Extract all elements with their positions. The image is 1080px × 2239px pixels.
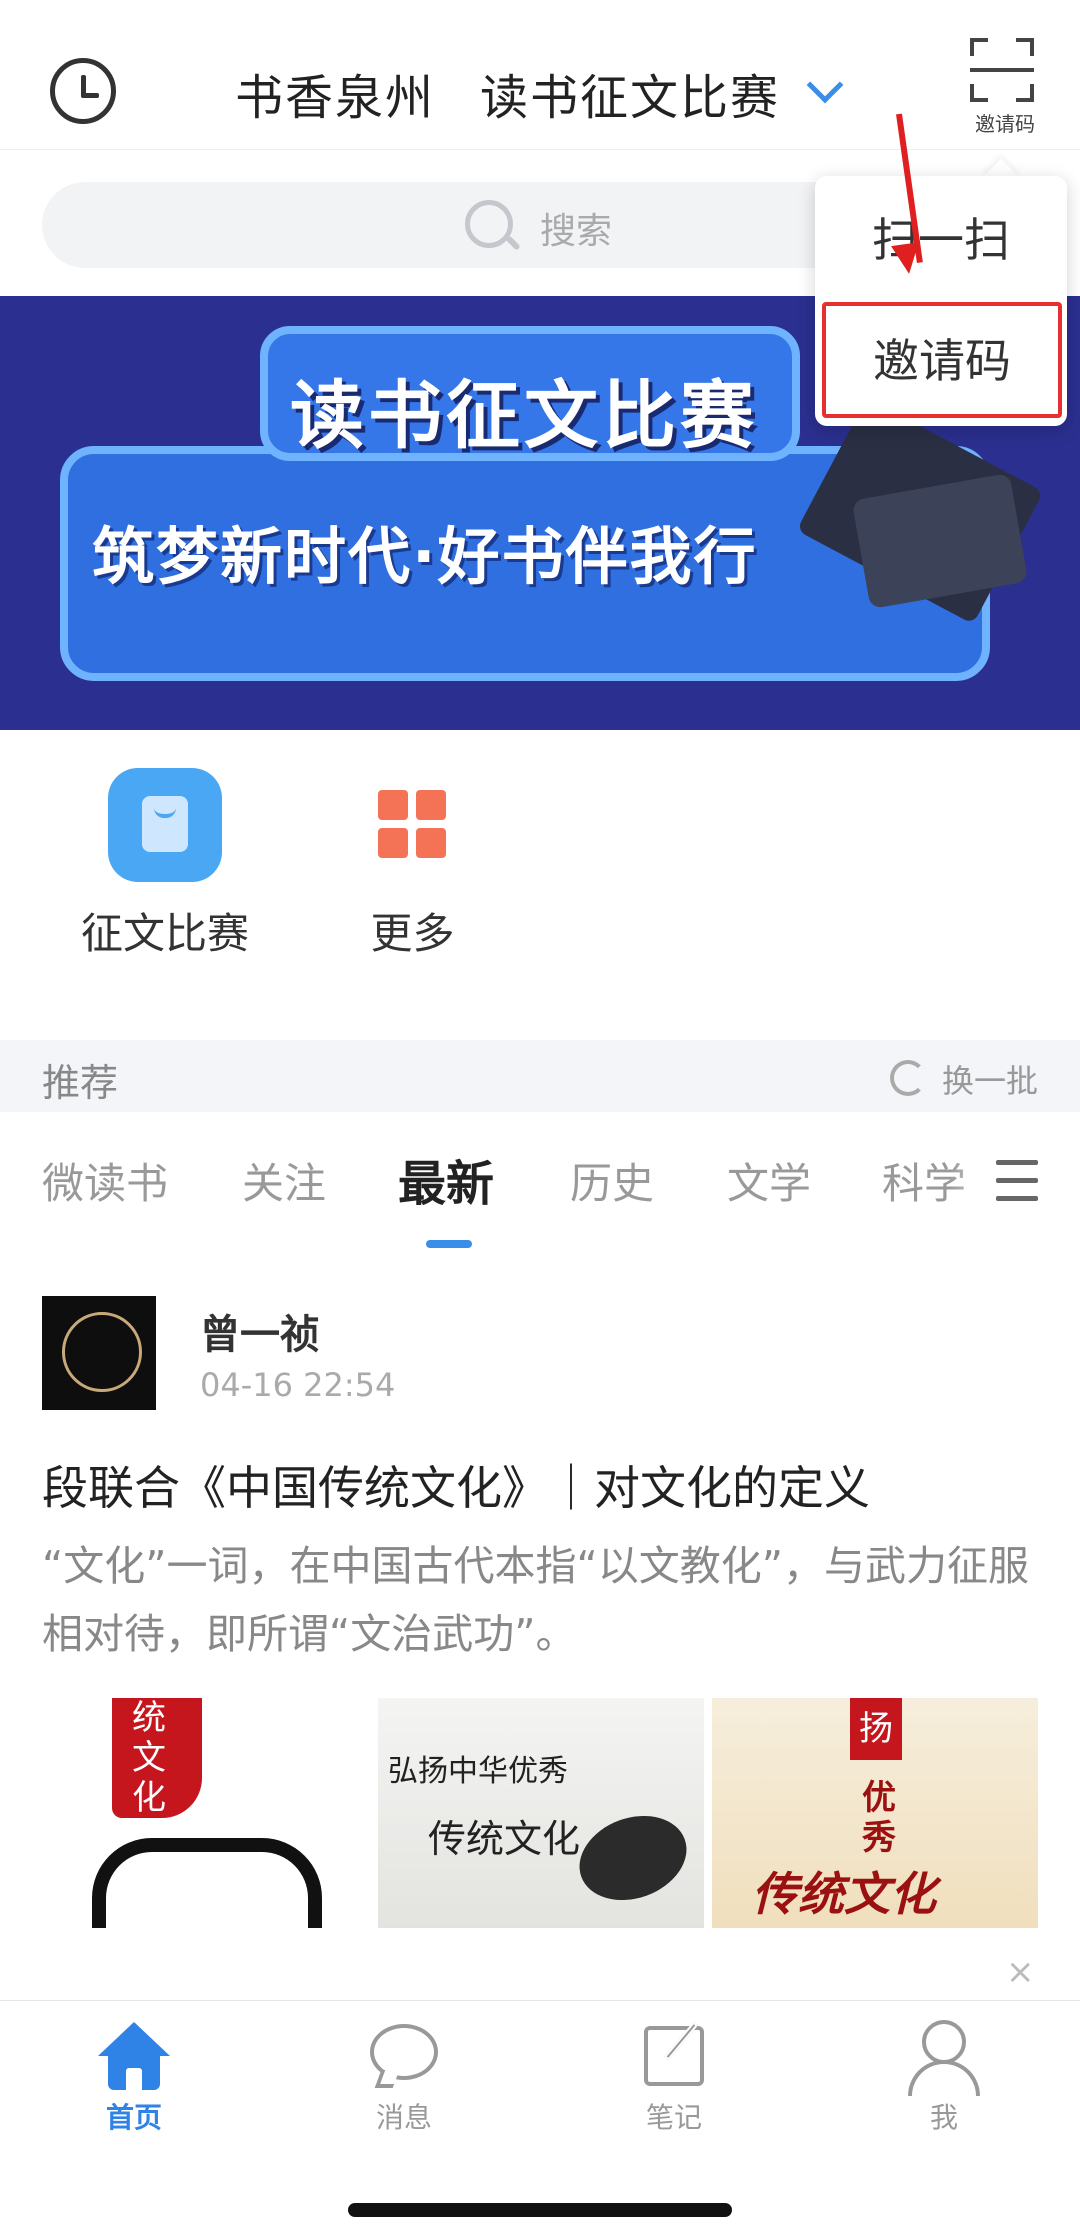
annotation-arrow-head — [891, 242, 923, 276]
app-title: 书香泉州 — [235, 70, 436, 126]
tab-weidushu[interactable]: 微读书 — [42, 1150, 168, 1211]
tab-latest[interactable]: 最新 — [398, 1144, 494, 1214]
shopping-bag-icon[interactable] — [108, 768, 222, 882]
home-indicator — [348, 2203, 732, 2217]
refresh-icon[interactable] — [890, 1060, 926, 1096]
search-placeholder: 搜索 — [540, 211, 613, 252]
nav-home-label[interactable]: 首页 — [74, 2096, 194, 2136]
menu-icon[interactable] — [996, 1160, 1038, 1202]
refresh-button[interactable]: 换一批 — [942, 1056, 1038, 1102]
avatar[interactable] — [42, 1296, 156, 1410]
note-icon[interactable] — [644, 2026, 704, 2086]
quick-action-contest-label[interactable]: 征文比赛 — [60, 900, 270, 961]
post-image-1[interactable]: 统文化 — [42, 1698, 368, 1928]
nav-messages-label[interactable]: 消息 — [344, 2096, 464, 2136]
quick-action-more-label[interactable]: 更多 — [330, 900, 495, 961]
menu-item-scan[interactable]: 扫一扫 — [815, 190, 1067, 290]
recommend-title: 推荐 — [42, 1061, 119, 1105]
nav-me-label[interactable]: 我 — [884, 2096, 1004, 2136]
nav-notes-label[interactable]: 笔记 — [614, 2096, 734, 2136]
thumb3-line3: 传统文化 — [752, 1867, 936, 1921]
thumb2-line2: 传统文化 — [428, 1817, 581, 1861]
tab-follow[interactable]: 关注 — [242, 1150, 326, 1211]
tab-history[interactable]: 历史 — [570, 1150, 654, 1211]
post-image-3[interactable]: 扬 优 秀 传统文化 — [712, 1698, 1038, 1928]
home-icon[interactable] — [98, 2022, 170, 2090]
inkstone-icon — [567, 1801, 699, 1915]
thumb1-text: 统文化 — [132, 1698, 166, 1818]
search-input[interactable] — [42, 182, 862, 268]
grid-icon[interactable] — [378, 790, 446, 858]
banner-title: 读书征文比赛 — [290, 373, 758, 459]
scan-icon[interactable] — [970, 38, 1034, 102]
thumb3-seal: 扬 — [850, 1698, 902, 1760]
post-title[interactable]: 段联合《中国传统文化》｜对文化的定义 — [42, 1452, 870, 1518]
menu-item-invite-code[interactable]: 邀请码 — [822, 302, 1062, 418]
cloud-pattern-icon — [92, 1838, 322, 1928]
thumb3-line2: 秀 — [862, 1818, 896, 1858]
history-clock-icon[interactable] — [50, 58, 116, 124]
profile-icon[interactable] — [922, 2020, 966, 2064]
post-image-2[interactable]: 弘扬中华优秀 传统文化 — [378, 1698, 704, 1928]
close-icon[interactable]: × — [1006, 1952, 1035, 1992]
active-tab-indicator — [426, 1240, 472, 1248]
group-selector-label[interactable]: 读书征文比赛 — [480, 58, 780, 128]
post-timestamp: 04-16 22:54 — [200, 1366, 396, 1404]
invite-code-label[interactable]: 邀请码 — [960, 108, 1050, 137]
thumb2-line1: 弘扬中华优秀 — [388, 1754, 568, 1789]
post-author[interactable]: 曾一祯 — [200, 1302, 320, 1360]
post-excerpt[interactable]: “文化”一词，在中国古代本指“以文教化”，与武力征服相对待，即所谓“文治武功”。 — [42, 1532, 1032, 1668]
tab-literature[interactable]: 文学 — [727, 1150, 811, 1211]
banner-slogan: 筑梦新时代·好书伴我行 — [92, 520, 758, 593]
